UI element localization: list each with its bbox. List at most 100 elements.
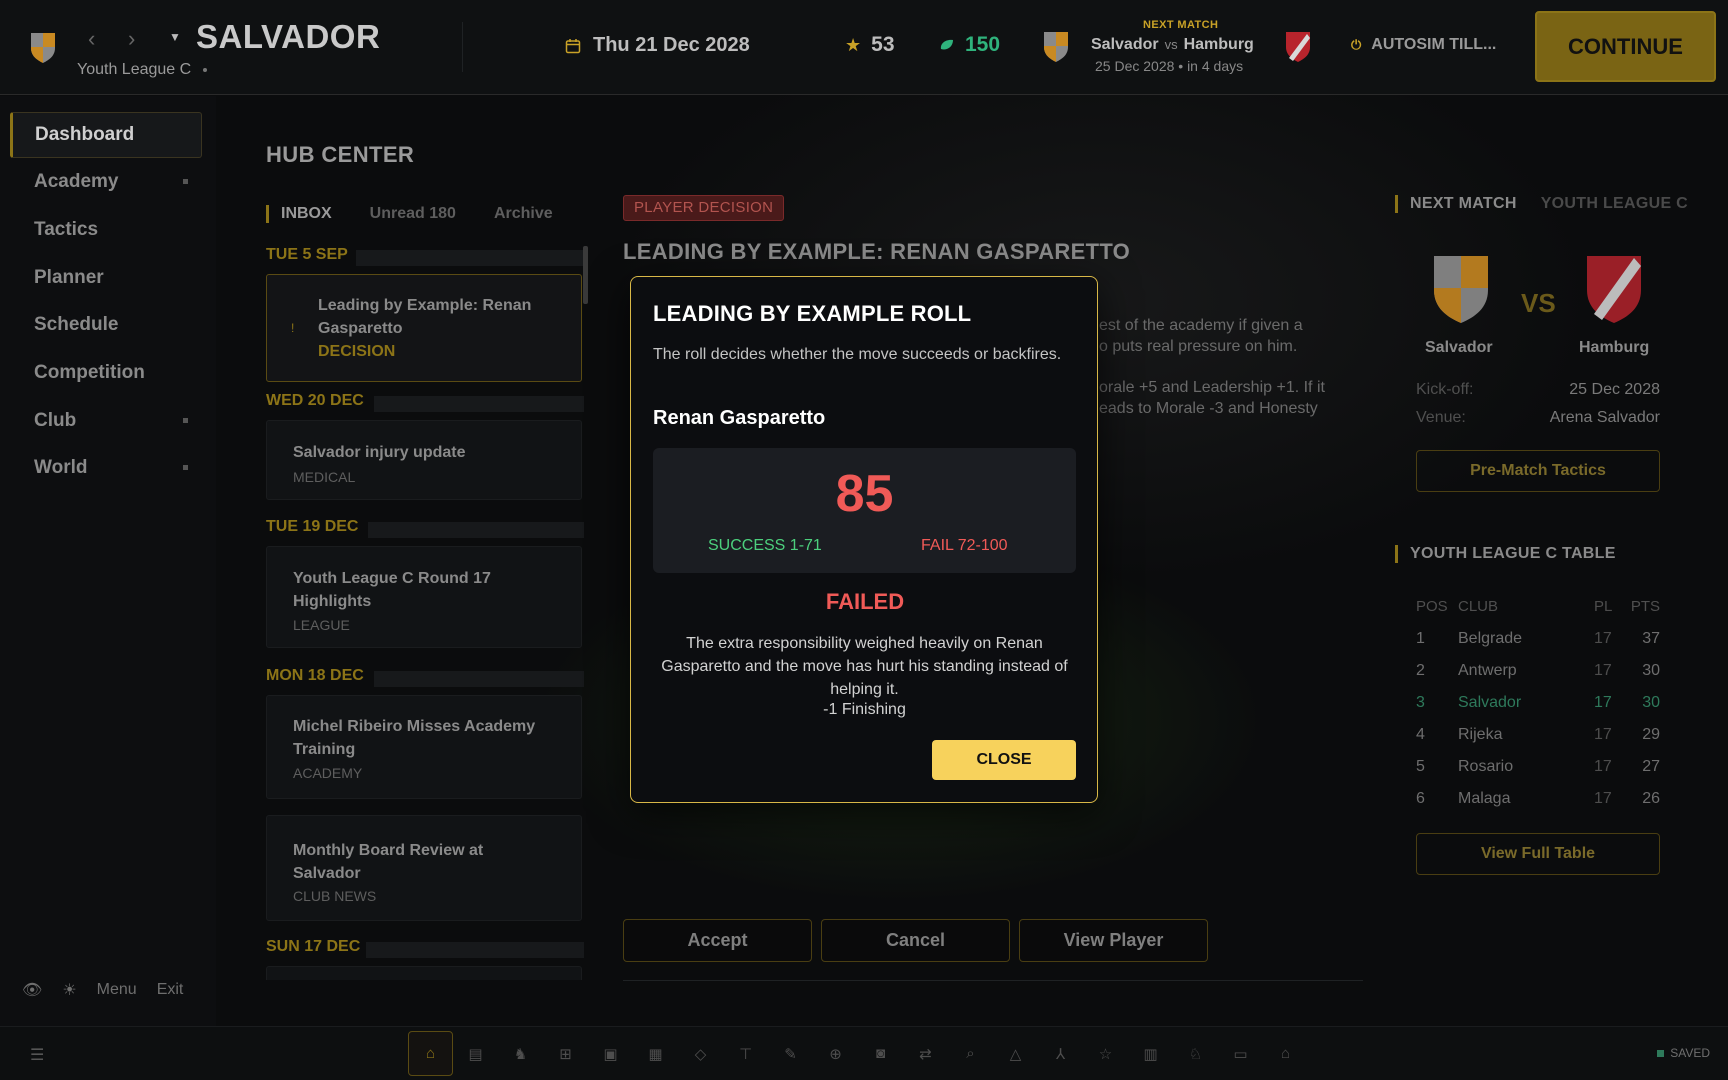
current-date[interactable]: Thu 21 Dec 2028 bbox=[565, 34, 750, 57]
warning-icon[interactable]: △ bbox=[993, 1031, 1038, 1076]
tab-archive[interactable]: Archive bbox=[494, 205, 553, 223]
home-team-name: Salvador bbox=[1425, 339, 1493, 356]
autosim-button[interactable]: ⏻ AUTOSIM TILL... bbox=[1351, 36, 1496, 54]
folder-icon[interactable]: ▭ bbox=[1218, 1031, 1263, 1076]
view-player-button[interactable]: View Player bbox=[1019, 919, 1208, 962]
next-match-summary[interactable]: NEXT MATCH Salvador vs Hamburg 25 Dec 2028… bbox=[1043, 16, 1323, 78]
day-header: WED 20 DEC bbox=[266, 392, 584, 414]
exit-link[interactable]: Exit bbox=[157, 981, 184, 999]
list-item[interactable] bbox=[266, 966, 582, 980]
stadium-icon[interactable]: ⌂ bbox=[1263, 1031, 1308, 1076]
day-header: TUE 5 SEP bbox=[266, 246, 584, 268]
star-icon[interactable]: ☆ bbox=[1083, 1031, 1128, 1076]
history-dropdown-icon[interactable]: ▼ bbox=[169, 30, 181, 44]
sidebar-item-club[interactable]: Club bbox=[10, 398, 202, 444]
sidebar-item-schedule[interactable]: Schedule bbox=[10, 302, 202, 348]
table-row[interactable]: 2 Antwerp 17 30 bbox=[1416, 662, 1660, 694]
award-icon[interactable]: ♘ bbox=[1173, 1031, 1218, 1076]
list-item[interactable]: Youth League C Round 17 Highlights LEAGUE bbox=[266, 546, 582, 648]
venue-value: Arena Salvador bbox=[1549, 409, 1660, 426]
outcome-text: The extra responsibility weighed heavily… bbox=[661, 635, 1068, 698]
menu-link[interactable]: Menu bbox=[97, 981, 137, 999]
view-full-table-button[interactable]: View Full Table bbox=[1416, 833, 1660, 875]
sidebar-item-dashboard[interactable]: Dashboard bbox=[10, 112, 202, 158]
message-text: eads to Morale -3 and Honesty bbox=[1099, 400, 1318, 417]
message-text: est of the academy if given a bbox=[1099, 317, 1303, 334]
star-icon: ★ bbox=[845, 34, 862, 55]
sidebar-footer: 👁 ☀ Menu Exit bbox=[22, 980, 183, 1000]
roll-result: FAILED bbox=[825, 589, 905, 614]
gem-icon[interactable]: ◇ bbox=[678, 1031, 723, 1076]
sidebar-item-planner[interactable]: Planner bbox=[10, 255, 202, 301]
table-row[interactable]: 6 Malaga 17 26 bbox=[1416, 790, 1660, 822]
network-icon[interactable]: ⅄ bbox=[1038, 1031, 1083, 1076]
club-title: SALVADOR bbox=[196, 18, 381, 55]
cancel-button[interactable]: Cancel bbox=[821, 919, 1010, 962]
dialog-description: The roll decides whether the move succee… bbox=[653, 346, 1062, 363]
tab-next-match[interactable]: NEXT MATCH bbox=[1410, 195, 1517, 213]
list-item[interactable]: ! Leading by Example: Renan Gasparetto DE… bbox=[266, 274, 582, 382]
close-button[interactable]: CLOSE bbox=[932, 740, 1076, 780]
list-item[interactable]: Salvador injury update MEDICAL bbox=[266, 420, 582, 500]
submenu-marker-icon bbox=[183, 418, 188, 423]
squad-icon[interactable]: ♞ bbox=[498, 1031, 543, 1076]
power-icon: ⏻ bbox=[1351, 37, 1362, 52]
table-row[interactable]: 3 Salvador 17 30 bbox=[1416, 694, 1660, 726]
page-title: HUB CENTER bbox=[266, 142, 415, 167]
hamburger-menu-icon[interactable]: ☰ bbox=[30, 1045, 44, 1065]
tab-inbox[interactable]: INBOX bbox=[281, 205, 332, 223]
active-tab-marker bbox=[266, 205, 269, 223]
club-crest-icon bbox=[31, 33, 55, 63]
inbox-scrollbar[interactable] bbox=[583, 246, 588, 304]
stats-icon[interactable]: ▥ bbox=[1128, 1031, 1173, 1076]
back-arrow-icon[interactable]: ‹ bbox=[88, 26, 128, 52]
list-item[interactable]: Monthly Board Review at Salvador CLUB NEW… bbox=[266, 815, 582, 921]
tab-youth-league[interactable]: YOUTH LEAGUE C bbox=[1541, 195, 1688, 213]
divider bbox=[623, 980, 1363, 981]
shirt-icon[interactable]: ⊤ bbox=[723, 1031, 768, 1076]
sidebar-item-academy[interactable]: Academy bbox=[10, 159, 202, 205]
kickoff-label: Kick-off: bbox=[1416, 381, 1474, 398]
pre-match-tactics-button[interactable]: Pre-Match Tactics bbox=[1416, 450, 1660, 492]
calendar-icon[interactable]: ▦ bbox=[633, 1031, 678, 1076]
continue-button[interactable]: CONTINUE bbox=[1535, 11, 1716, 82]
league-dot-icon bbox=[203, 67, 208, 72]
league-table: POS CLUB PL PTS 1 Belgrade 17 37 2 Antwerp 17… bbox=[1416, 598, 1660, 822]
roll-panel: 85 SUCCESS 1-71 FAIL 72-100 bbox=[653, 448, 1076, 573]
finance-icon[interactable]: ◙ bbox=[858, 1031, 903, 1076]
roll-result-dialog: LEADING BY EXAMPLE ROLL The roll decides… bbox=[630, 276, 1098, 803]
medical-icon[interactable]: ⊕ bbox=[813, 1031, 858, 1076]
pitch-icon[interactable]: ⊞ bbox=[543, 1031, 588, 1076]
forward-arrow-icon[interactable]: › bbox=[128, 26, 168, 52]
table-row[interactable]: 5 Rosario 17 27 bbox=[1416, 758, 1660, 790]
sidebar-item-competition[interactable]: Competition bbox=[10, 350, 202, 396]
versus-label: VS bbox=[1521, 288, 1556, 318]
day-header: TUE 19 DEC bbox=[266, 518, 584, 540]
table-row[interactable]: 4 Rijeka 17 29 bbox=[1416, 726, 1660, 758]
league-subtitle: Youth League C bbox=[77, 61, 208, 79]
attribute-effect: -1 Finishing bbox=[823, 701, 906, 718]
tab-unread[interactable]: Unread 180 bbox=[370, 205, 456, 223]
league-table-header: YOUTH LEAGUE C TABLE bbox=[1395, 545, 1616, 563]
list-item[interactable]: Michel Ribeiro Misses Academy Training AC… bbox=[266, 695, 582, 799]
accept-button[interactable]: Accept bbox=[623, 919, 812, 962]
home-icon[interactable]: ⌂ bbox=[408, 1031, 453, 1076]
table-header-row: POS CLUB PL PTS bbox=[1416, 598, 1660, 615]
save-icon[interactable]: ▣ bbox=[588, 1031, 633, 1076]
wrench-icon[interactable]: ✎ bbox=[768, 1031, 813, 1076]
news-icon[interactable]: ▤ bbox=[453, 1031, 498, 1076]
cash-stat: 150 bbox=[939, 33, 1000, 57]
brightness-icon[interactable]: ☀ bbox=[62, 980, 76, 1000]
sidebar-item-world[interactable]: World bbox=[10, 445, 202, 491]
scout-icon[interactable]: ⌕ bbox=[948, 1031, 993, 1076]
away-team-name: Hamburg bbox=[1579, 339, 1650, 356]
eye-icon[interactable]: 👁 bbox=[22, 980, 42, 1000]
divider bbox=[462, 22, 463, 72]
salvador-crest-icon bbox=[1044, 32, 1068, 62]
hamburg-crest-icon bbox=[1286, 32, 1310, 62]
submenu-marker-icon bbox=[183, 179, 188, 184]
sidebar-item-tactics[interactable]: Tactics bbox=[10, 207, 202, 253]
player-name: Renan Gasparetto bbox=[653, 407, 826, 429]
table-row[interactable]: 1 Belgrade 17 37 bbox=[1416, 630, 1660, 662]
transfer-icon[interactable]: ⇄ bbox=[903, 1031, 948, 1076]
